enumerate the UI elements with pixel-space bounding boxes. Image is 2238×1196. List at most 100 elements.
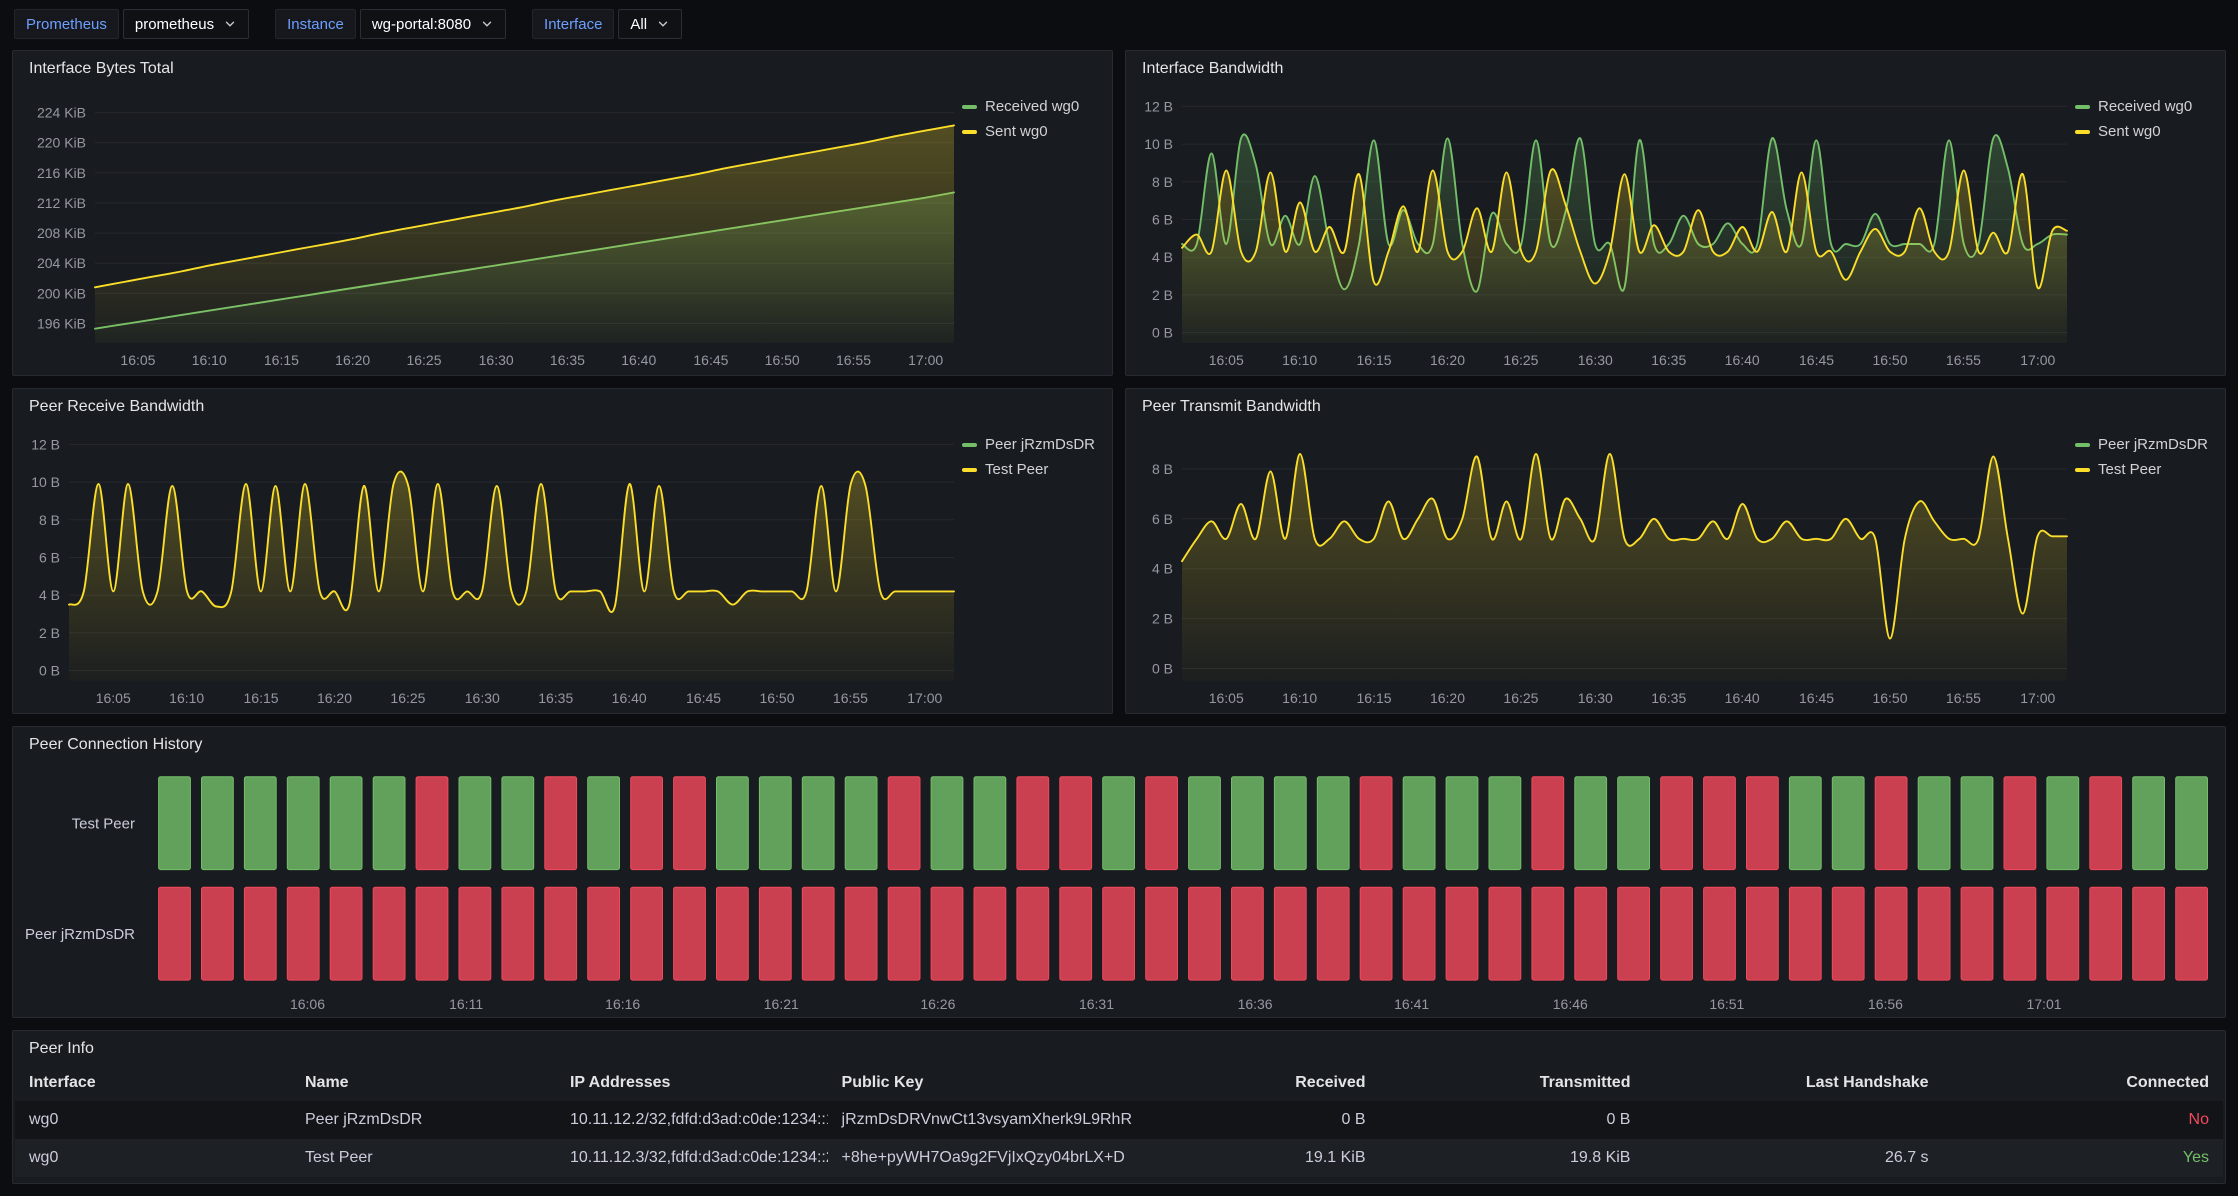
state-bar-down[interactable]: [2176, 887, 2208, 980]
panel-title[interactable]: Interface Bandwidth: [1126, 51, 2225, 84]
state-bar-up[interactable]: [717, 777, 749, 870]
legend-item[interactable]: Received wg0: [2075, 98, 2219, 115]
state-bar-up[interactable]: [373, 777, 405, 870]
state-bar-up[interactable]: [1103, 777, 1135, 870]
state-bar-down[interactable]: [416, 777, 448, 870]
interface-bandwidth-chart[interactable]: 0 B2 B4 B6 B8 B10 B12 B16:0516:1016:1516…: [1126, 84, 2073, 375]
state-bar-down[interactable]: [2004, 777, 2036, 870]
state-bar-down[interactable]: [1274, 887, 1306, 980]
state-bar-down[interactable]: [1146, 777, 1178, 870]
state-bar-down[interactable]: [717, 887, 749, 980]
state-bar-down[interactable]: [244, 887, 276, 980]
state-bar-down[interactable]: [1789, 887, 1821, 980]
state-bar-down[interactable]: [1747, 887, 1779, 980]
state-bar-up[interactable]: [1918, 777, 1950, 870]
state-bar-up[interactable]: [1232, 777, 1264, 870]
state-bar-down[interactable]: [1232, 887, 1264, 980]
column-header-public-key[interactable]: Public Key: [828, 1064, 1192, 1101]
variable-value-prometheus[interactable]: prometheus: [123, 9, 249, 39]
state-bar-up[interactable]: [588, 777, 620, 870]
state-bar-up[interactable]: [845, 777, 877, 870]
state-bar-down[interactable]: [1875, 887, 1907, 980]
state-bar-down[interactable]: [287, 887, 319, 980]
state-bar-up[interactable]: [1403, 777, 1435, 870]
state-bar-down[interactable]: [1360, 887, 1392, 980]
legend-item[interactable]: Received wg0: [962, 98, 1106, 115]
state-bar-down[interactable]: [631, 887, 663, 980]
state-bar-up[interactable]: [502, 777, 534, 870]
panel-title[interactable]: Peer Receive Bandwidth: [13, 389, 1112, 422]
peer-connection-history-svg[interactable]: Test PeerPeer jRzmDsDR16:0616:1116:1616:…: [13, 760, 2225, 1017]
state-bar-down[interactable]: [588, 887, 620, 980]
state-bar-down[interactable]: [888, 887, 920, 980]
state-bar-up[interactable]: [1575, 777, 1607, 870]
state-bar-up[interactable]: [1961, 777, 1993, 870]
state-bar-down[interactable]: [845, 887, 877, 980]
state-bar-down[interactable]: [1575, 887, 1607, 980]
legend-item[interactable]: Test Peer: [2075, 461, 2219, 478]
state-bar-down[interactable]: [373, 887, 405, 980]
state-bar-down[interactable]: [1747, 777, 1779, 870]
state-bar-up[interactable]: [1618, 777, 1650, 870]
state-bar-down[interactable]: [459, 887, 491, 980]
legend-item[interactable]: Test Peer: [962, 461, 1106, 478]
state-bar-down[interactable]: [1017, 887, 1049, 980]
state-bar-down[interactable]: [1661, 777, 1693, 870]
state-bar-down[interactable]: [159, 887, 191, 980]
state-bar-up[interactable]: [287, 777, 319, 870]
state-bar-up[interactable]: [931, 777, 963, 870]
state-bar-down[interactable]: [2004, 887, 2036, 980]
peer-receive-bandwidth-chart[interactable]: 0 B2 B4 B6 B8 B10 B12 B16:0516:1016:1516…: [13, 422, 960, 713]
state-bar-down[interactable]: [888, 777, 920, 870]
state-bar-down[interactable]: [1146, 887, 1178, 980]
state-bar-up[interactable]: [974, 777, 1006, 870]
state-bar-down[interactable]: [1918, 887, 1950, 980]
state-bar-down[interactable]: [1532, 887, 1564, 980]
state-bar-down[interactable]: [1403, 887, 1435, 980]
peer-connection-history-chart[interactable]: Test PeerPeer jRzmDsDR16:0616:1116:1616:…: [13, 760, 2225, 1017]
state-bar-down[interactable]: [631, 777, 663, 870]
state-bar-down[interactable]: [545, 887, 577, 980]
panel-title[interactable]: Peer Info: [13, 1031, 2225, 1064]
column-header-interface[interactable]: Interface: [15, 1064, 291, 1101]
state-bar-down[interactable]: [1961, 887, 1993, 980]
peer-receive-bandwidth-svg[interactable]: 0 B2 B4 B6 B8 B10 B12 B16:0516:1016:1516…: [13, 422, 960, 713]
state-bar-down[interactable]: [330, 887, 362, 980]
interface-bandwidth-svg[interactable]: 0 B2 B4 B6 B8 B10 B12 B16:0516:1016:1516…: [1126, 84, 2073, 375]
state-bar-down[interactable]: [1618, 887, 1650, 980]
peer-transmit-bandwidth-svg[interactable]: 0 B2 B4 B6 B8 B16:0516:1016:1516:2016:25…: [1126, 422, 2073, 713]
interface-bytes-total-svg[interactable]: 196 KiB200 KiB204 KiB208 KiB212 KiB216 K…: [13, 84, 960, 375]
state-bar-up[interactable]: [802, 777, 834, 870]
column-header-name[interactable]: Name: [291, 1064, 556, 1101]
state-bar-up[interactable]: [1446, 777, 1478, 870]
column-header-received[interactable]: Received: [1192, 1064, 1380, 1101]
panel-title[interactable]: Peer Connection History: [13, 727, 2225, 760]
state-bar-down[interactable]: [502, 887, 534, 980]
state-bar-down[interactable]: [1103, 887, 1135, 980]
state-bar-down[interactable]: [2090, 887, 2122, 980]
state-bar-down[interactable]: [931, 887, 963, 980]
state-bar-down[interactable]: [1060, 887, 1092, 980]
state-bar-down[interactable]: [1875, 777, 1907, 870]
state-bar-up[interactable]: [202, 777, 234, 870]
state-bar-up[interactable]: [1489, 777, 1521, 870]
variable-value-instance[interactable]: wg-portal:8080: [360, 9, 506, 39]
column-header-last-handshake[interactable]: Last Handshake: [1644, 1064, 1942, 1101]
legend-item[interactable]: Peer jRzmDsDR: [2075, 436, 2219, 453]
state-bar-up[interactable]: [244, 777, 276, 870]
state-bar-down[interactable]: [674, 777, 706, 870]
state-bar-down[interactable]: [2047, 887, 2079, 980]
state-bar-down[interactable]: [1532, 777, 1564, 870]
legend-item[interactable]: Peer jRzmDsDR: [962, 436, 1106, 453]
state-bar-down[interactable]: [2090, 777, 2122, 870]
state-bar-up[interactable]: [1317, 777, 1349, 870]
state-bar-down[interactable]: [1489, 887, 1521, 980]
state-bar-down[interactable]: [1704, 887, 1736, 980]
state-bar-down[interactable]: [1017, 777, 1049, 870]
state-bar-down[interactable]: [1704, 777, 1736, 870]
state-bar-down[interactable]: [1060, 777, 1092, 870]
state-bar-down[interactable]: [1360, 777, 1392, 870]
state-bar-down[interactable]: [759, 887, 791, 980]
state-bar-down[interactable]: [545, 777, 577, 870]
variable-value-interface[interactable]: All: [618, 9, 682, 39]
